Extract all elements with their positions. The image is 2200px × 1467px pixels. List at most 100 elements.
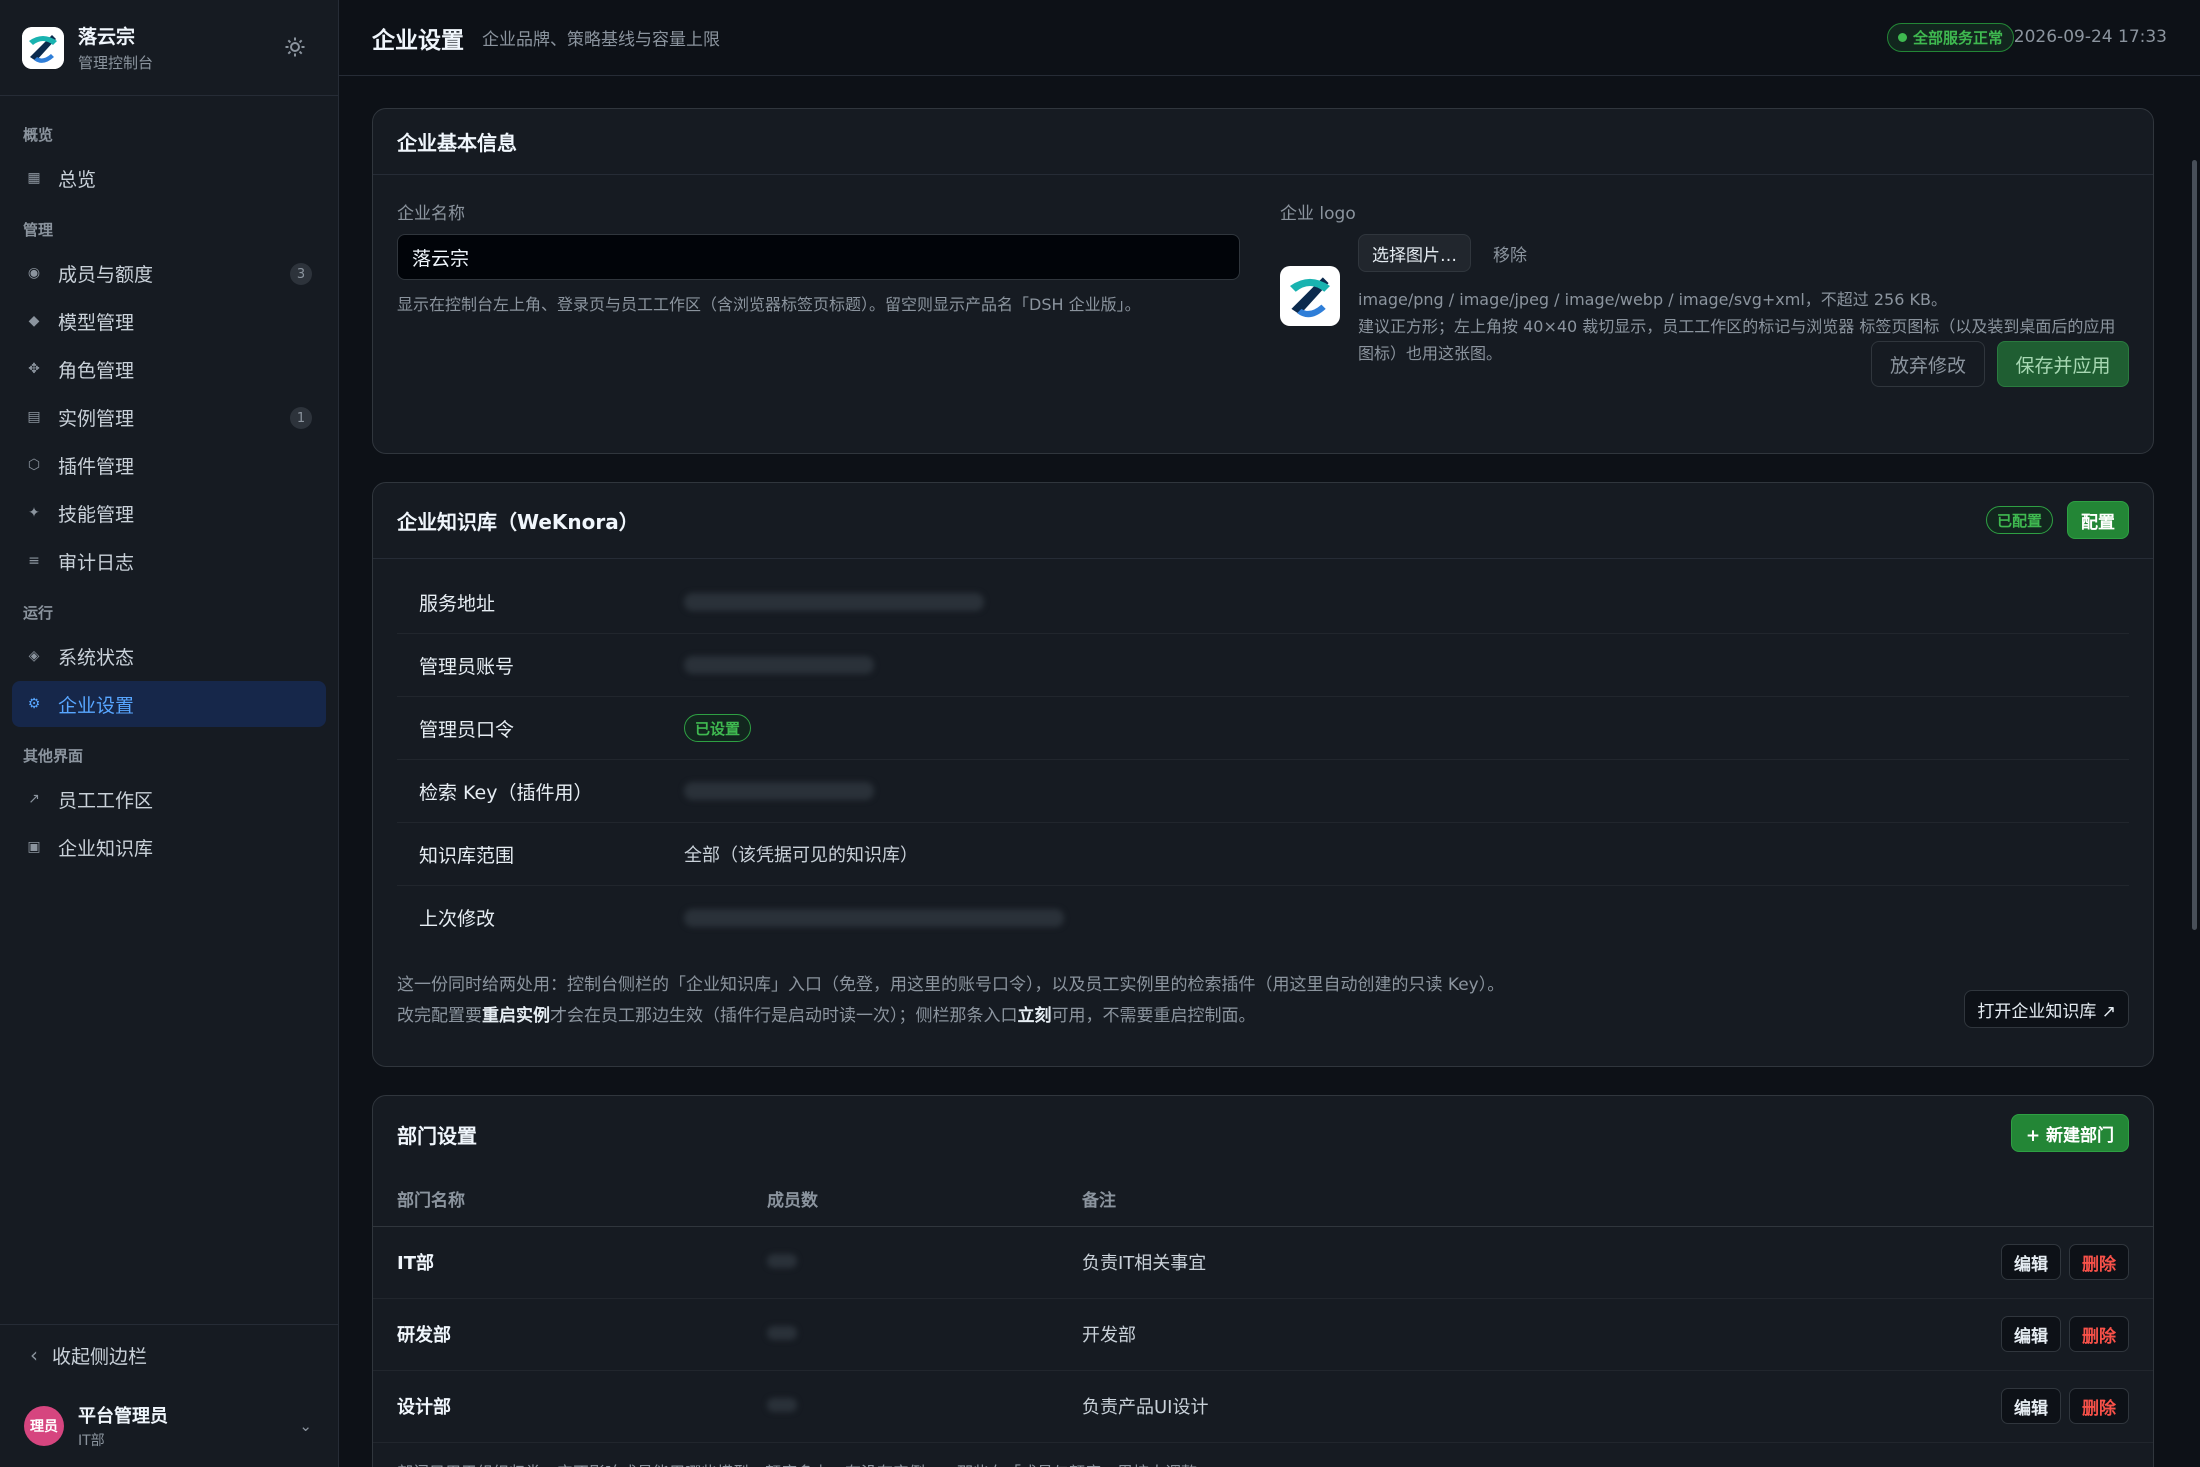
collapse-label: 收起侧边栏	[52, 1345, 148, 1368]
card-title: 企业基本信息	[397, 131, 517, 155]
collapse-sidebar-button[interactable]: ‹ 收起侧边栏	[0, 1325, 338, 1385]
sidebar-item-roles[interactable]: ✥ 角色管理	[12, 346, 326, 392]
knowledge-base-card: 企业知识库（WeKnora） 已配置 配置 服务地址 管理员账号 管理员口令 已设…	[372, 482, 2154, 1067]
scrollbar-thumb[interactable]	[2192, 160, 2197, 930]
brand-name: 落云宗	[78, 26, 136, 48]
chevron-left-icon: ‹	[30, 1343, 38, 1367]
open-kb-button[interactable]: 打开企业知识库 ↗	[1964, 990, 2129, 1028]
nav-group-label: 其他界面	[23, 747, 84, 765]
sidebar-footer: ‹ 收起侧边栏 理员 平台管理员 IT部 ⌄	[0, 1324, 338, 1467]
sidebar-item-knowledge-base[interactable]: ▣ 企业知识库	[12, 824, 326, 870]
user-dept: IT部	[78, 1433, 105, 1449]
save-apply-button[interactable]: 保存并应用	[1997, 341, 2129, 387]
arrow-out-icon: ↗	[28, 791, 40, 807]
sidebar: 落云宗 管理控制台 概览 ▦ 总览 管理 ◉ 成员与额度 3 ◆ 模型管理 ✥ 角色管理 …	[0, 0, 339, 1467]
kv-key: 上次修改	[419, 908, 496, 930]
discard-button[interactable]: 放弃修改	[1871, 341, 1985, 387]
dept-name: 设计部	[373, 1370, 743, 1443]
page-title: 企业设置	[372, 27, 464, 54]
diamond-icon: ◆	[28, 313, 40, 329]
sidebar-item-audit[interactable]: ≡ 审计日志	[12, 538, 326, 584]
company-name-label: 企业名称	[397, 204, 465, 224]
chevron-down-icon: ⌄	[299, 1417, 312, 1435]
redacted-value	[767, 1253, 797, 1268]
table-row: 设计部 负责产品UI设计 编辑 删除	[373, 1370, 2153, 1443]
configured-badge: 已配置	[1985, 506, 2053, 534]
delete-button[interactable]: 删除	[2069, 1244, 2129, 1280]
kv-key: 检索 Key（插件用）	[419, 781, 593, 804]
dept-note: 负责IT相关事宜	[1058, 1226, 1604, 1299]
sidebar-item-label: 系统状态	[58, 646, 135, 669]
edit-button[interactable]: 编辑	[2001, 1244, 2061, 1280]
sidebar-item-overview[interactable]: ▦ 总览	[12, 155, 326, 201]
choose-image-button[interactable]: 选择图片…	[1358, 234, 1471, 272]
kv-key: 管理员账号	[419, 655, 515, 678]
sidebar-item-label: 插件管理	[58, 455, 135, 478]
kv-row-last-modified: 上次修改	[397, 886, 2129, 949]
status-dot-icon	[1897, 33, 1907, 42]
col-header: 备注	[1058, 1172, 1604, 1227]
user-name: 平台管理员	[78, 1406, 168, 1427]
theme-toggle-icon[interactable]	[282, 34, 308, 60]
sparkle-icon: ✦	[28, 505, 40, 521]
new-department-button[interactable]: + 新建部门	[2010, 1114, 2129, 1152]
department-table: 部门名称 成员数 备注 IT部 负责IT相关事宜 编辑 删除 研发部 开发部 编…	[373, 1172, 2153, 1443]
sidebar-item-enterprise-settings[interactable]: ⚙ 企业设置	[12, 681, 326, 727]
logo-preview	[1280, 266, 1340, 326]
dept-note: 开发部	[1058, 1298, 1604, 1371]
sidebar-item-label: 成员与额度	[58, 263, 154, 286]
sidebar-item-skills[interactable]: ✦ 技能管理	[12, 490, 326, 536]
redacted-value	[767, 1325, 797, 1340]
logo-format-hint: image/png / image/jpeg / image/webp / im…	[1358, 290, 1947, 309]
content: 企业基本信息 企业名称 显示在控制台左上角、登录页与员工工作区（含浏览器标签页标…	[339, 76, 2200, 1467]
topbar: 企业设置 企业品牌、策略基线与容量上限 全部服务正常 2026-09-24 17…	[339, 0, 2200, 76]
sidebar-item-label: 模型管理	[58, 311, 135, 334]
gear-icon: ⚙	[27, 696, 41, 712]
sidebar-item-models[interactable]: ◆ 模型管理	[12, 298, 326, 344]
edit-button[interactable]: 编辑	[2001, 1388, 2061, 1424]
table-row: 研发部 开发部 编辑 删除	[373, 1298, 2153, 1371]
dept-note: 负责产品UI设计	[1058, 1370, 1604, 1443]
kv-row-admin-account: 管理员账号	[397, 634, 2129, 697]
kb-note-line-1: 这一份同时给两处用：控制台侧栏的「企业知识库」入口（免登，用这里的账号口令），以…	[397, 975, 1505, 995]
configure-button[interactable]: 配置	[2067, 501, 2129, 539]
table-row: IT部 负责IT相关事宜 编辑 删除	[373, 1226, 2153, 1299]
sidebar-item-workspace[interactable]: ↗ 员工工作区	[12, 776, 326, 822]
sidebar-item-system-status[interactable]: ◈ 系统状态	[12, 633, 326, 679]
kv-key: 知识库范围	[419, 844, 515, 867]
sidebar-item-label: 实例管理	[58, 407, 135, 430]
list-icon: ≡	[28, 553, 40, 569]
password-set-badge: 已设置	[684, 714, 752, 742]
sidebar-item-instances[interactable]: ▤ 实例管理 1	[12, 394, 326, 440]
circle-icon: ◉	[27, 265, 41, 281]
sidebar-item-label: 总览	[58, 168, 97, 191]
scrollbar[interactable]	[2188, 78, 2200, 1467]
edit-button[interactable]: 编辑	[2001, 1316, 2061, 1352]
company-name-input[interactable]	[397, 234, 1240, 280]
department-card: 部门设置 + 新建部门 部门名称 成员数 备注 IT部 负责IT相关事宜 编辑 …	[372, 1095, 2154, 1467]
status-badge: 全部服务正常	[1886, 23, 2014, 52]
basic-info-card: 企业基本信息 企业名称 显示在控制台左上角、登录页与员工工作区（含浏览器标签页标…	[372, 108, 2154, 454]
kv-row-kb-scope: 知识库范围 全部（该凭据可见的知识库）	[397, 823, 2129, 886]
delete-button[interactable]: 删除	[2069, 1316, 2129, 1352]
kv-row-service-url: 服务地址	[397, 571, 2129, 634]
main-area: 企业设置 企业品牌、策略基线与容量上限 全部服务正常 2026-09-24 17…	[339, 0, 2200, 1467]
avatar: 理员	[24, 1406, 64, 1446]
delete-button[interactable]: 删除	[2069, 1388, 2129, 1424]
status-text: 全部服务正常	[1912, 29, 2003, 47]
card-title: 部门设置	[397, 1123, 477, 1148]
sidebar-item-plugins[interactable]: ⬡ 插件管理	[12, 442, 326, 488]
datetime: 2026-09-24 17:33	[2013, 27, 2167, 47]
sidebar-item-label: 员工工作区	[58, 789, 154, 812]
user-menu[interactable]: 理员 平台管理员 IT部 ⌄	[0, 1385, 338, 1467]
nodes-icon: ✥	[28, 361, 40, 377]
sidebar-item-members[interactable]: ◉ 成员与额度 3	[12, 250, 326, 296]
dept-name: IT部	[373, 1226, 743, 1299]
server-icon: ▤	[27, 409, 41, 425]
remove-logo-button[interactable]: 移除	[1493, 241, 1527, 266]
logo-label: 企业 logo	[1280, 204, 1356, 224]
page-subtitle: 企业品牌、策略基线与容量上限	[482, 30, 720, 50]
book-icon: ▣	[27, 839, 41, 855]
sidebar-item-label: 技能管理	[58, 503, 135, 526]
sidebar-item-label: 审计日志	[58, 551, 135, 574]
